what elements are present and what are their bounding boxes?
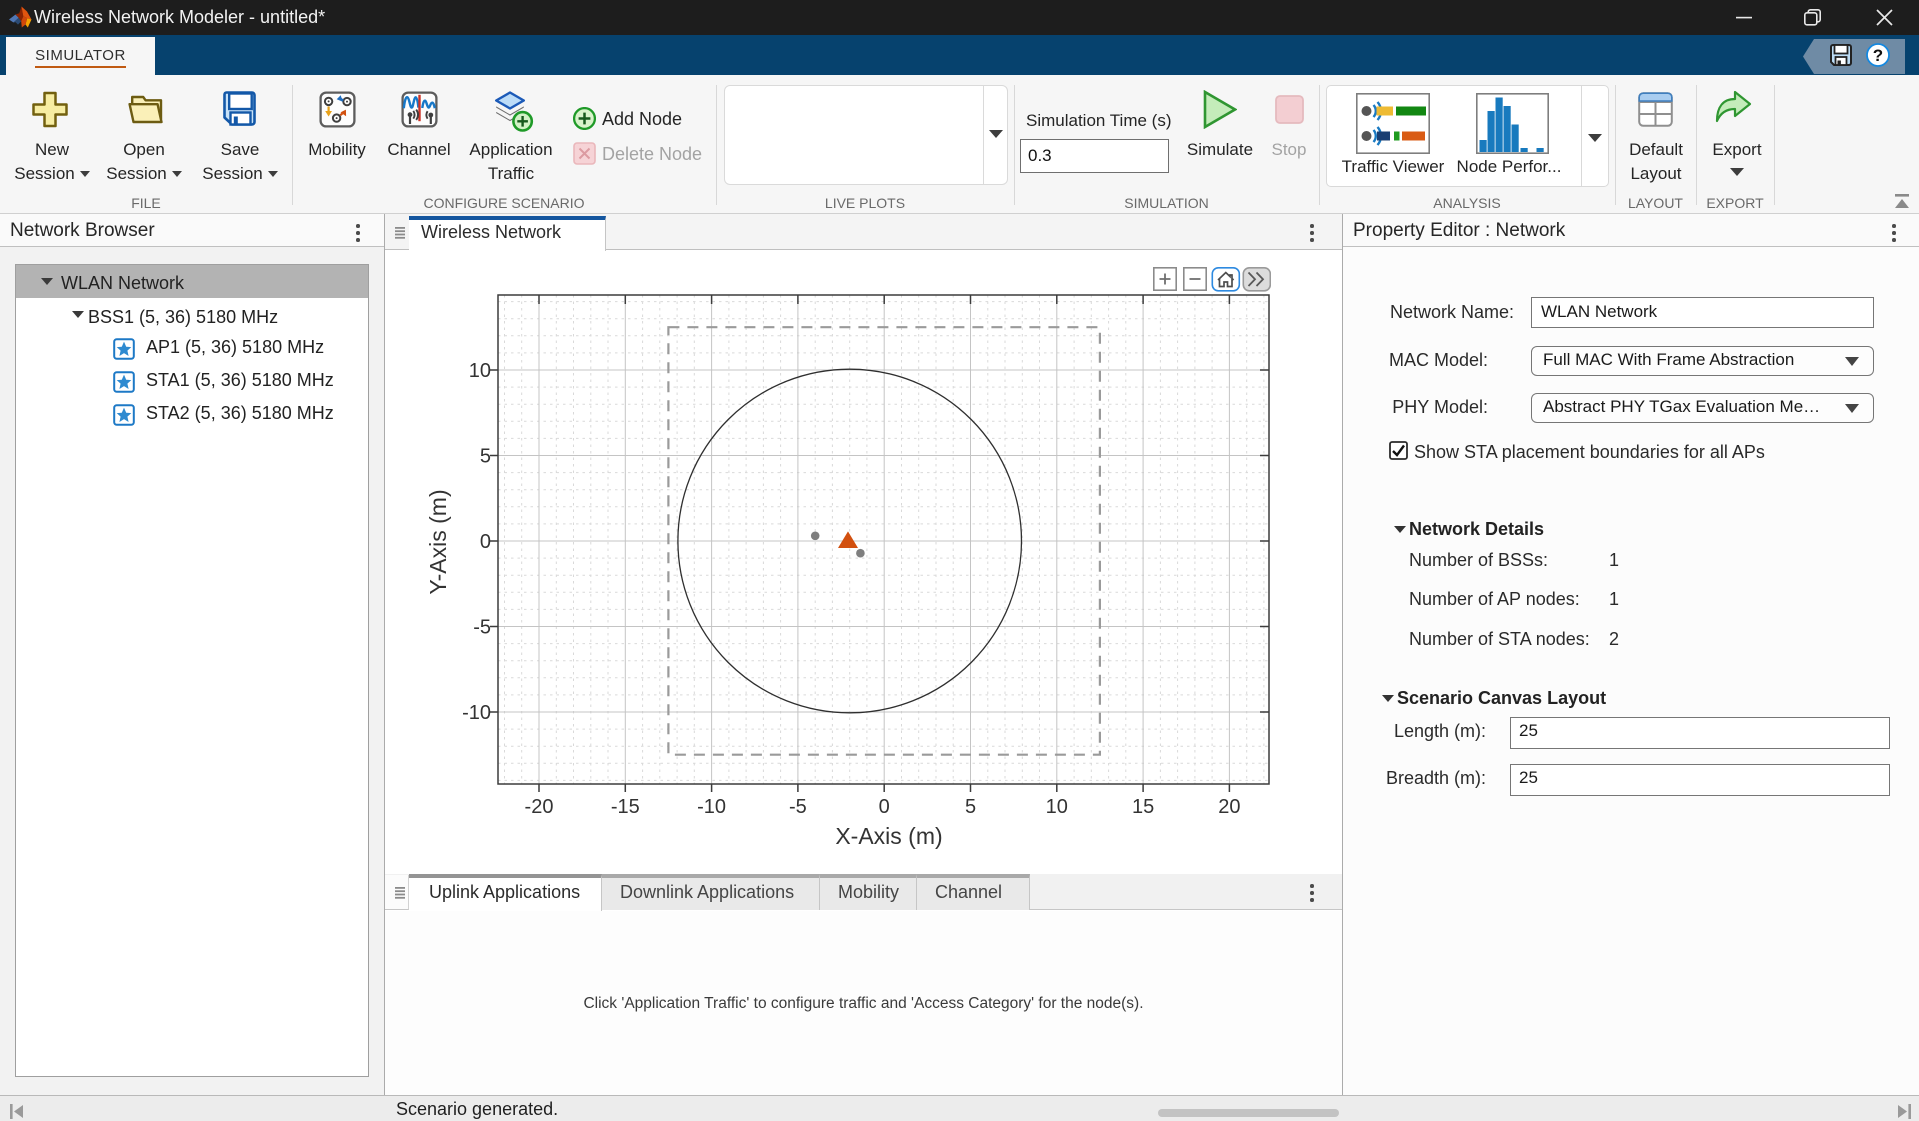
svg-text:0: 0: [480, 531, 491, 553]
svg-text:X-Axis (m): X-Axis (m): [835, 823, 942, 849]
svg-text:-10: -10: [462, 702, 491, 724]
svg-text:-5: -5: [473, 617, 491, 639]
svg-text:-15: -15: [611, 796, 640, 818]
svg-text:Y-Axis (m): Y-Axis (m): [425, 489, 451, 594]
svg-text:0: 0: [879, 796, 890, 818]
svg-text:10: 10: [1046, 796, 1068, 818]
svg-text:?: ?: [1873, 46, 1883, 65]
svg-text:-10: -10: [697, 796, 726, 818]
svg-text:10: 10: [469, 360, 491, 382]
svg-text:20: 20: [1218, 796, 1240, 818]
svg-text:15: 15: [1132, 796, 1154, 818]
svg-text:-20: -20: [525, 796, 554, 818]
svg-text:-5: -5: [789, 796, 807, 818]
svg-text:5: 5: [965, 796, 976, 818]
svg-text:5: 5: [480, 446, 491, 468]
